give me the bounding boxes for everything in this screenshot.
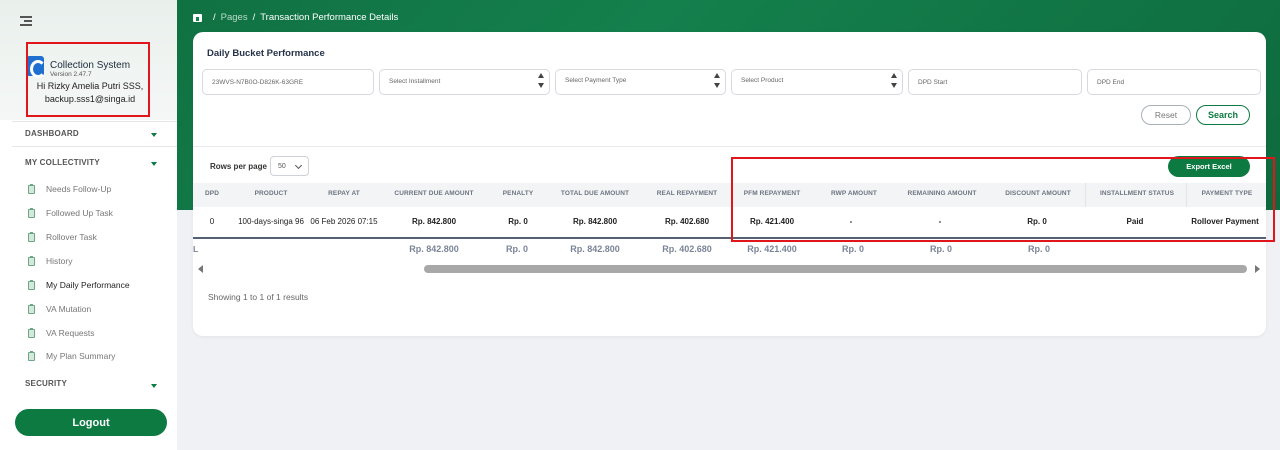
highlight-table-box <box>731 157 1275 242</box>
reset-button[interactable]: Reset <box>1141 105 1191 125</box>
breadcrumb-current: Transaction Performance Details <box>260 12 399 23</box>
sidebar-item-label: VA Mutation <box>46 304 92 314</box>
home-icon[interactable] <box>193 13 202 22</box>
th-current-due: CURRENT DUE AMOUNT <box>394 190 474 197</box>
footer-penalty: Rp. 0 <box>505 244 529 254</box>
sidebar-item-label: History <box>46 256 73 266</box>
results-summary: Showing 1 to 1 of 1 results <box>208 292 309 302</box>
cell-real-repayment: Rp. 402.680 <box>664 217 710 226</box>
footer-label: L <box>193 244 199 254</box>
rows-per-page-value: 50 <box>278 162 286 170</box>
menu-section-collectivity[interactable]: MY COLLECTIVITY <box>25 158 100 167</box>
clipboard-icon <box>28 255 35 266</box>
id-filter-input[interactable]: 23WVS-N7B0O-D826K-63GRE <box>202 69 374 95</box>
th-product: PRODUCT <box>254 190 288 197</box>
card-divider <box>193 146 1266 147</box>
sidebar-item-needs-follow-up[interactable]: Needs Follow-Up <box>28 182 111 196</box>
th-real-repayment: REAL REPAYMENT <box>656 190 718 197</box>
sidebar-item-my-plan-summary[interactable]: My Plan Summary <box>28 349 115 363</box>
clipboard-icon <box>28 183 35 194</box>
rows-per-page-select[interactable]: 50 <box>270 156 309 176</box>
chevron-down-icon <box>294 161 303 170</box>
clipboard-icon <box>28 279 35 290</box>
dpd-start-input[interactable]: DPD Start <box>908 69 1082 95</box>
logout-button[interactable]: Logout <box>15 409 167 436</box>
cell-penalty: Rp. 0 <box>508 217 528 226</box>
card-title: Daily Bucket Performance <box>207 48 325 59</box>
installment-status-placeholder: Select Installment Status <box>389 78 441 85</box>
footer-real-repayment: Rp. 402.680 <box>662 244 712 254</box>
search-button[interactable]: Search <box>1196 105 1250 125</box>
sidebar-item-followed-up-task[interactable]: Followed Up Task <box>28 206 113 220</box>
sidebar-item-label: Needs Follow-Up <box>46 184 112 194</box>
sidebar: Collection System Version 2.47.7 Hi Rizk… <box>0 0 177 450</box>
menu-section-dashboard[interactable]: DASHBOARD <box>25 129 79 138</box>
clipboard-icon <box>28 303 35 314</box>
th-repay-at: REPAY AT <box>328 190 360 197</box>
product-select[interactable]: Select Product <box>731 69 903 95</box>
menu-divider <box>12 121 177 122</box>
cell-current-due: Rp. 842.800 <box>411 217 457 226</box>
clipboard-icon <box>28 207 35 218</box>
menu-section-security[interactable]: SECURITY <box>25 379 67 388</box>
sidebar-item-label: VA Requests <box>46 328 95 338</box>
scrollbar-thumb[interactable] <box>424 265 1247 273</box>
sidebar-item-my-daily-performance[interactable]: My Daily Performance <box>28 278 130 292</box>
th-penalty: PENALTY <box>502 190 534 197</box>
clipboard-icon <box>28 350 35 361</box>
payment-type-placeholder: Select Payment Type <box>565 77 627 84</box>
clipboard-icon <box>28 327 35 338</box>
cell-repay-at: 06 Feb 2026 07:15 <box>310 217 378 226</box>
scroll-left-arrow-icon[interactable] <box>198 265 203 273</box>
sidebar-item-va-requests[interactable]: VA Requests <box>28 326 95 340</box>
rows-per-page-label: Rows per page <box>210 162 267 171</box>
scroll-right-arrow-icon[interactable] <box>1255 265 1260 273</box>
chevron-down-icon[interactable] <box>151 133 157 137</box>
installment-status-select[interactable]: Select Installment Status <box>379 69 550 95</box>
chevron-down-icon[interactable] <box>151 162 157 166</box>
chevron-down-icon[interactable] <box>151 384 157 388</box>
highlight-user-box <box>26 42 150 117</box>
footer-remaining: Rp. 0 <box>929 244 953 254</box>
select-stepper-icon[interactable] <box>538 73 545 88</box>
th-total-due: TOTAL DUE AMOUNT <box>560 190 630 197</box>
th-dpd: DPD <box>204 190 220 197</box>
sidebar-item-label: My Plan Summary <box>46 351 116 361</box>
sidebar-item-rollover-task[interactable]: Rollover Task <box>28 230 97 244</box>
footer-current-due: Rp. 842.800 <box>409 244 459 254</box>
clipboard-icon <box>28 231 35 242</box>
footer-rwp-amount: Rp. 0 <box>841 244 865 254</box>
cell-total-due: Rp. 842.800 <box>572 217 618 226</box>
product-placeholder: Select Product <box>741 77 784 84</box>
sidebar-item-va-mutation[interactable]: VA Mutation <box>28 302 91 316</box>
sidebar-item-history[interactable]: History <box>28 254 72 268</box>
menu-toggle-icon[interactable] <box>20 16 32 26</box>
sidebar-item-label: My Daily Performance <box>46 280 130 290</box>
cell-product: 100-days-singa 96 <box>238 217 304 226</box>
breadcrumb-pages[interactable]: Pages <box>221 12 248 23</box>
sidebar-item-label: Rollover Task <box>46 232 97 242</box>
breadcrumb: / Pages / Transaction Performance Detail… <box>193 12 398 23</box>
footer-total-due: Rp. 842.800 <box>570 244 620 254</box>
sidebar-item-label: Followed Up Task <box>46 208 113 218</box>
menu-divider <box>12 146 177 147</box>
footer-pfm-repayment: Rp. 421.400 <box>747 244 797 254</box>
select-stepper-icon[interactable] <box>714 73 721 88</box>
footer-discount: Rp. 0 <box>1027 244 1051 254</box>
payment-type-select[interactable]: Select Payment Type <box>555 69 726 95</box>
select-stepper-icon[interactable] <box>891 73 898 88</box>
dpd-end-input[interactable]: DPD End <box>1087 69 1261 95</box>
cell-dpd: 0 <box>209 217 215 226</box>
